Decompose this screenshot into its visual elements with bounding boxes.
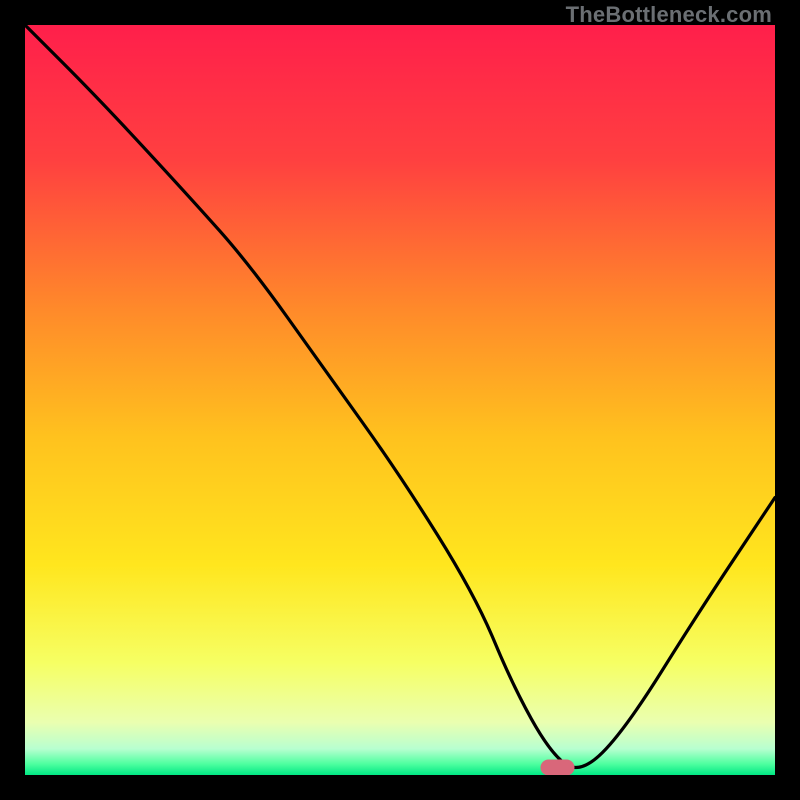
chart-frame: TheBottleneck.com bbox=[0, 0, 800, 800]
plot-area bbox=[25, 25, 775, 775]
chart-svg bbox=[25, 25, 775, 775]
gradient-background bbox=[25, 25, 775, 775]
optimal-marker bbox=[541, 760, 575, 776]
